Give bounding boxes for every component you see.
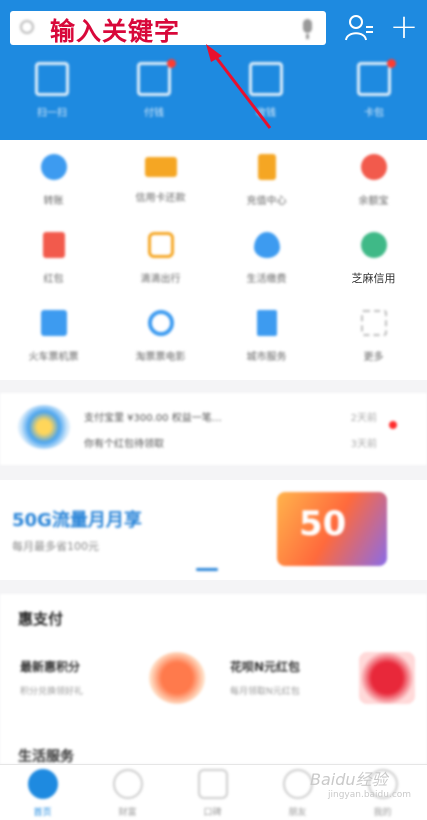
news-ticker[interactable]: 支付宝里 ¥300.00 权益一笔… 2天前 你有个红包待领取 3天前: [0, 393, 427, 465]
tab-label: 口碑: [203, 808, 222, 818]
news-time: 3天前: [350, 439, 377, 450]
quick-action-label: 付钱: [144, 108, 164, 119]
grid-item-label: 火车票机票: [28, 352, 79, 363]
promo-banner[interactable]: 50G流量月月享 每月最多省100元 50: [0, 480, 427, 580]
news-item[interactable]: 支付宝里 ¥300.00 权益一笔…: [84, 409, 222, 424]
promo-card-title: 最新惠积分: [20, 660, 81, 674]
grid-item-movie[interactable]: 淘票票电影: [107, 310, 214, 363]
quick-action-label: 收钱: [256, 108, 276, 119]
banner-title: 50G流量月月享: [12, 510, 142, 531]
city-icon: [256, 310, 277, 336]
grid-item-label: 生活缴费: [246, 274, 287, 285]
section-title: 生活服务: [18, 749, 74, 765]
promo-card[interactable]: 花呗N元红包 每月领取N元红包: [220, 646, 415, 716]
grid-item-didi[interactable]: 滴滴出行: [107, 232, 214, 285]
search-bar[interactable]: 输入关键字: [10, 11, 326, 46]
grid-item-label: 更多: [363, 352, 384, 363]
grid-item-city-service[interactable]: 城市服务: [213, 310, 320, 363]
tab-label: 我的: [373, 808, 392, 818]
grid-item-yuebao[interactable]: 余额宝: [320, 154, 427, 207]
watermark: Baidu经验: [310, 770, 388, 789]
collect-icon: [249, 62, 283, 96]
grid-item-label: 芝麻信用: [351, 272, 396, 285]
quick-action-label: 卡包: [364, 108, 384, 119]
grid-item-red-packet[interactable]: 红包: [0, 232, 107, 285]
tab-label: 首页: [33, 808, 52, 818]
banner-subtitle: 每月最多省100元: [12, 540, 99, 553]
quick-action-label: 扫一扫: [37, 108, 67, 119]
contacts-icon[interactable]: [344, 13, 374, 43]
notification-dot: [167, 59, 176, 68]
banner-art-text: 50: [299, 504, 347, 544]
grid-item-label: 红包: [43, 274, 64, 285]
grid-item-recharge[interactable]: 充值中心: [213, 154, 320, 207]
watermark-url: jingyan.baidu.com: [328, 790, 412, 800]
promo-card-subtitle: 积分兑换领好礼: [20, 687, 84, 697]
promo-card-title: 花呗N元红包: [230, 660, 301, 674]
grid-item-more[interactable]: 更多: [320, 310, 427, 363]
news-item[interactable]: 你有个红包待领取: [84, 435, 164, 450]
search-icon: [20, 20, 34, 34]
microphone-icon[interactable]: [303, 19, 312, 39]
sesame-icon: [360, 232, 387, 258]
grid-item-label: 滴滴出行: [140, 274, 181, 285]
train-icon: [40, 310, 67, 336]
search-placeholder: 输入关键字: [50, 17, 181, 46]
quick-action-scan[interactable]: 扫一扫: [12, 62, 92, 119]
carousel-indicator[interactable]: [196, 568, 218, 571]
tab-wealth[interactable]: 财富: [85, 769, 170, 818]
movie-icon: [147, 310, 174, 336]
quick-action-pay[interactable]: 付钱: [114, 59, 194, 119]
grid-item-utilities[interactable]: 生活缴费: [213, 232, 320, 285]
home-icon: [27, 769, 58, 799]
pay-icon: [137, 59, 176, 96]
koubei-icon: [197, 769, 228, 799]
promo-card-subtitle: 每月领取N元红包: [230, 687, 300, 697]
tab-koubei[interactable]: 口碑: [170, 769, 255, 818]
quick-action-cardpack[interactable]: 卡包: [334, 59, 414, 119]
banner-art: 50: [277, 492, 387, 566]
promo-card[interactable]: 最新惠积分 积分兑换领好礼: [10, 646, 205, 716]
water-drop-icon: [253, 232, 280, 258]
notification-dot: [387, 59, 396, 68]
cardpack-icon: [357, 59, 396, 96]
more-grid-icon: [360, 310, 387, 336]
grid-item-train-tickets[interactable]: 火车票机票: [0, 310, 107, 363]
grid-item-transfer[interactable]: 转账: [0, 154, 107, 207]
grid-item-sesame-credit[interactable]: 芝麻信用: [320, 232, 427, 286]
hui-pay-section: 惠支付 最新惠积分 积分兑换领好礼 花呗N元红包 每月领取N元红包 生活服务: [0, 594, 427, 765]
transfer-icon: [40, 154, 67, 180]
tab-home[interactable]: 首页: [0, 769, 85, 818]
section-title: 惠支付: [18, 610, 64, 628]
gift-box-icon: [149, 652, 205, 704]
news-badge-icon: [18, 405, 70, 449]
grid-item-label: 充值中心: [246, 196, 287, 207]
news-time: 2天前: [350, 413, 377, 424]
red-envelope-icon: [359, 652, 415, 704]
credit-card-icon: [144, 157, 177, 177]
wealth-icon: [112, 769, 143, 799]
grid-item-label: 转账: [43, 196, 64, 207]
phone-recharge-icon: [257, 154, 276, 180]
unread-dot: [389, 421, 397, 429]
plus-icon[interactable]: +: [389, 10, 419, 44]
friends-icon: [282, 769, 313, 799]
service-grid: 转账 信用卡还款 充值中心 余额宝 红包 滴滴出行 生活缴费 芝麻信用 火车票机…: [0, 140, 427, 380]
moneybag-icon: [360, 154, 387, 180]
quick-action-collect[interactable]: 收钱: [226, 62, 306, 119]
scan-icon: [35, 62, 69, 96]
grid-item-credit-card[interactable]: 信用卡还款: [107, 154, 214, 204]
tab-label: 朋友: [288, 808, 307, 818]
red-packet-icon: [42, 232, 65, 258]
grid-item-label: 淘票票电影: [135, 352, 186, 363]
grid-item-label: 信用卡还款: [135, 193, 186, 204]
grid-item-label: 余额宝: [358, 196, 389, 207]
header-bar: 输入关键字 + 扫一扫 付钱 收钱 卡包: [0, 0, 427, 140]
grid-item-label: 城市服务: [246, 352, 287, 363]
didi-icon: [147, 232, 174, 258]
tab-label: 财富: [118, 808, 137, 818]
